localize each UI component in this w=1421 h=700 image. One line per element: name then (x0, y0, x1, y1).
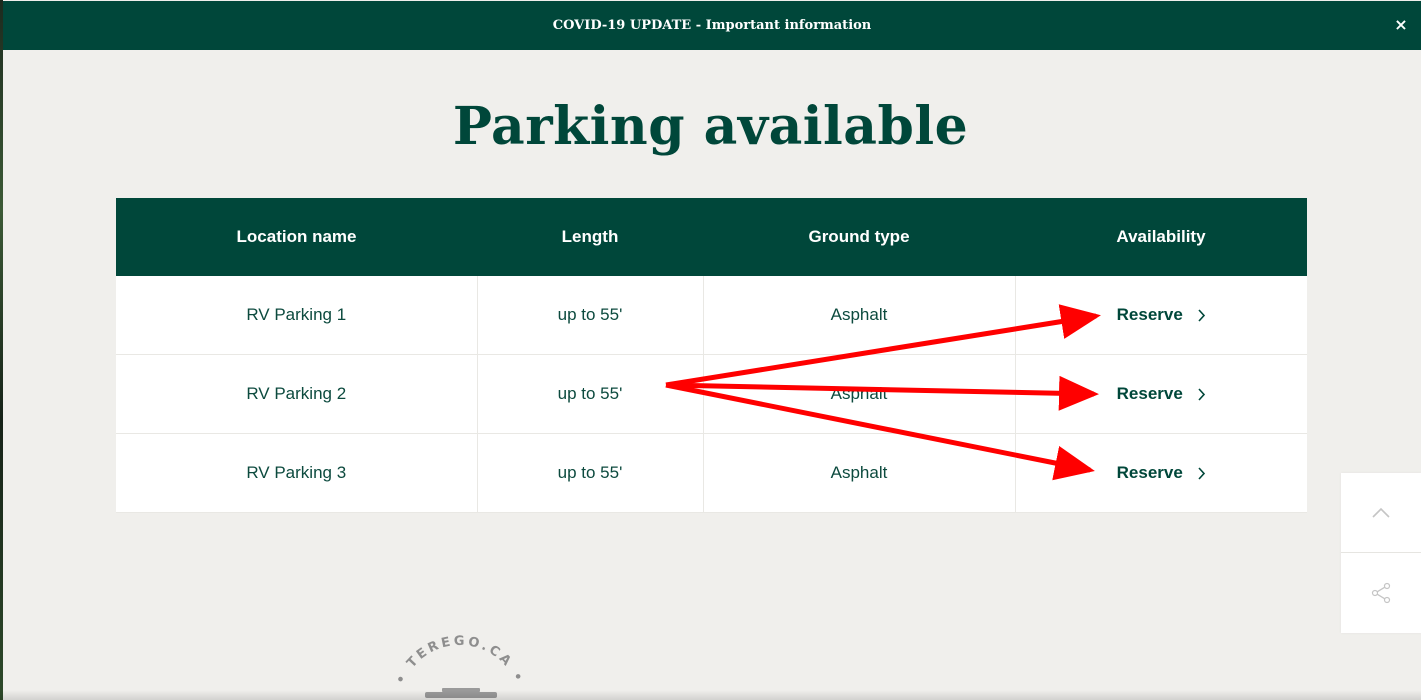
share-icon[interactable] (1370, 582, 1392, 604)
reserve-button[interactable]: Reserve (1117, 305, 1206, 325)
chevron-right-icon[interactable] (1197, 387, 1206, 401)
svg-text:• TEREGO.CA •: • TEREGO.CA • (393, 634, 527, 687)
chevron-right-icon[interactable] (1197, 308, 1206, 322)
scroll-to-top-button[interactable] (1341, 473, 1421, 552)
location-cell: RV Parking 1 (116, 276, 478, 355)
availability-cell: Reserve (1015, 276, 1307, 355)
header-location-name: Location name (116, 198, 477, 276)
reserve-label[interactable]: Reserve (1117, 384, 1183, 404)
header-length: Length (477, 198, 703, 276)
reserve-button[interactable]: Reserve (1117, 463, 1206, 483)
location-cell: RV Parking 2 (116, 354, 478, 434)
share-button[interactable] (1341, 553, 1421, 632)
reserve-label[interactable]: Reserve (1117, 463, 1183, 483)
header-availability: Availability (1015, 198, 1307, 276)
reserve-label[interactable]: Reserve (1117, 305, 1183, 325)
reserve-button[interactable]: Reserve (1117, 384, 1206, 404)
table-row: RV Parking 2 up to 55' Asphalt Reserve (116, 354, 1307, 434)
table-row: RV Parking 1 up to 55' Asphalt Reserve (116, 276, 1307, 355)
covid-update-banner[interactable]: COVID-19 UPDATE - Important information … (3, 1, 1421, 50)
header-ground-type: Ground type (703, 198, 1015, 276)
availability-cell: Reserve (1015, 354, 1307, 434)
page-title: Parking available (452, 96, 969, 157)
stamp-text: TEREGO.CA (404, 634, 516, 671)
location-cell: RV Parking 3 (116, 433, 478, 513)
length-cell: up to 55' (477, 354, 704, 434)
availability-cell: Reserve (1015, 433, 1307, 513)
banner-text[interactable]: COVID-19 UPDATE - Important information (553, 18, 872, 33)
table-header-row: Location name Length Ground type Availab… (116, 198, 1307, 276)
floating-side-panel (1341, 473, 1421, 633)
table-row: RV Parking 3 up to 55' Asphalt Reserve (116, 433, 1307, 513)
length-cell: up to 55' (477, 433, 704, 513)
parking-table: Location name Length Ground type Availab… (116, 198, 1307, 513)
ground-type-cell: Asphalt (703, 433, 1016, 513)
ground-type-cell: Asphalt (703, 354, 1016, 434)
chevron-up-icon[interactable] (1372, 507, 1390, 518)
ground-type-cell: Asphalt (703, 276, 1016, 355)
chevron-right-icon[interactable] (1197, 466, 1206, 480)
bottom-shadow (0, 690, 1421, 700)
length-cell: up to 55' (477, 276, 704, 355)
close-icon[interactable]: × (1391, 15, 1411, 35)
